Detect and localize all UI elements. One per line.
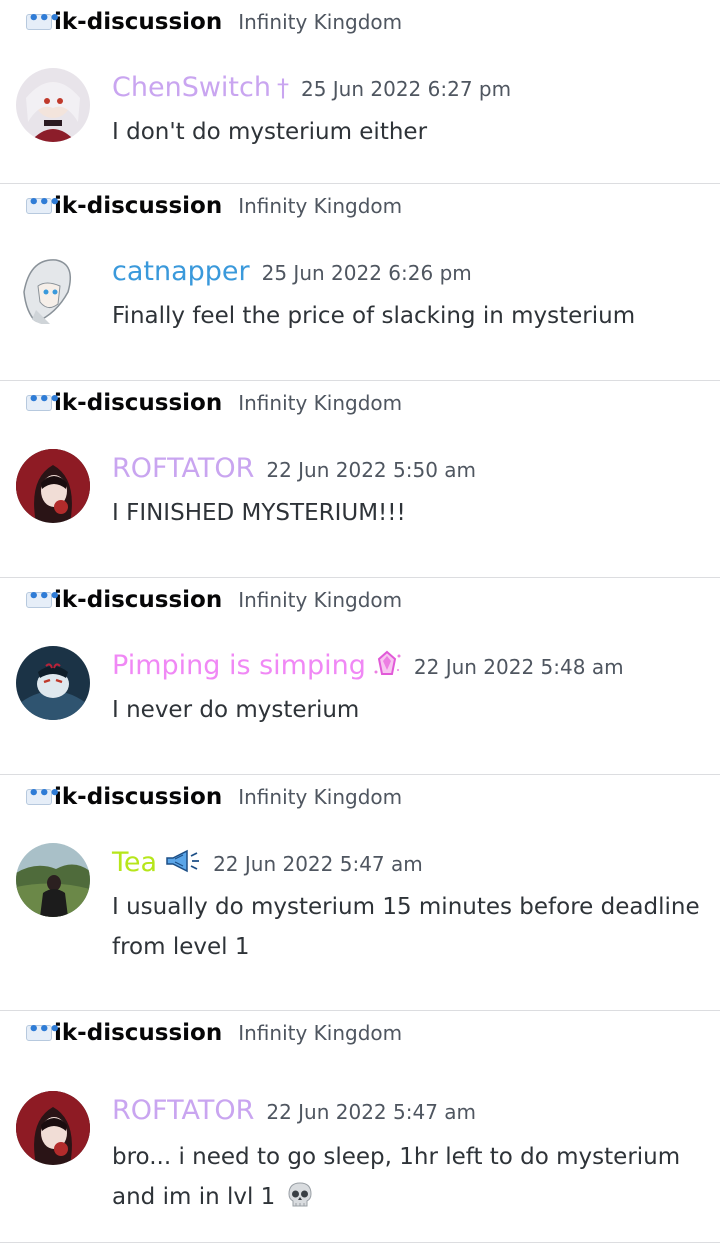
server-name: Infinity Kingdom — [238, 10, 403, 34]
speech-bubble-icon: ••• — [26, 8, 61, 30]
search-result[interactable]: ••• ik-discussion Infinity Kingdom Tea 2… — [0, 775, 720, 1011]
username[interactable]: Tea — [112, 847, 157, 878]
timestamp: 22 Jun 2022 5:47 am — [213, 852, 423, 876]
timestamp: 22 Jun 2022 5:50 am — [266, 458, 477, 482]
avatar[interactable] — [16, 646, 90, 720]
message-content: I don't do mysterium either — [112, 119, 428, 145]
message-meta: ROFTATOR 22 Jun 2022 5:47 am — [112, 1095, 476, 1126]
result-header: ••• ik-discussion Infinity Kingdom — [24, 389, 402, 417]
search-result[interactable]: ••• ik-discussion Infinity Kingdom ChenS… — [0, 0, 720, 184]
timestamp: 22 Jun 2022 5:48 am — [413, 655, 624, 679]
avatar[interactable] — [16, 843, 90, 917]
search-result[interactable]: ••• ik-discussion Infinity Kingdom Pimpi… — [0, 578, 720, 775]
server-name: Infinity Kingdom — [238, 194, 403, 218]
speech-bubble-icon: ••• — [26, 389, 61, 411]
message-meta: ROFTATOR 22 Jun 2022 5:50 am — [112, 453, 476, 484]
message-meta: catnapper 25 Jun 2022 6:26 pm — [112, 256, 472, 287]
avatar[interactable] — [16, 252, 90, 326]
speech-bubble-icon: ••• — [26, 586, 61, 608]
search-result[interactable]: ••• ik-discussion Infinity Kingdom catna… — [0, 184, 720, 381]
message-meta: Pimping is simping 22 Jun 2022 5:48 am — [112, 650, 624, 681]
skull-icon — [285, 1180, 315, 1223]
search-result[interactable]: ••• ik-discussion Infinity Kingdom ROFTA… — [0, 1011, 720, 1243]
result-header: ••• ik-discussion Infinity Kingdom — [24, 1019, 402, 1047]
message-text: bro... i need to go sleep, 1hr left to d… — [112, 1144, 681, 1210]
result-header: ••• ik-discussion Infinity Kingdom — [24, 586, 402, 614]
server-name: Infinity Kingdom — [238, 1021, 403, 1045]
avatar[interactable] — [16, 449, 90, 523]
avatar[interactable] — [16, 1091, 90, 1165]
message-content: Finally feel the price of slacking in my… — [112, 303, 636, 329]
timestamp: 25 Jun 2022 6:27 pm — [300, 77, 512, 101]
username[interactable]: ROFTATOR — [112, 1095, 254, 1126]
message-content: I never do mysterium — [112, 697, 360, 723]
speech-bubble-icon: ••• — [26, 192, 61, 214]
username[interactable]: ROFTATOR — [112, 453, 254, 484]
speech-bubble-icon: ••• — [26, 783, 61, 805]
message-content: bro... i need to go sleep, 1hr left to d… — [112, 1137, 704, 1223]
dagger-badge-icon: † — [276, 74, 289, 102]
gem-icon — [372, 650, 402, 678]
megaphone-icon — [163, 848, 201, 875]
message-content: I usually do mysterium 15 minutes before… — [112, 894, 700, 960]
message-meta: ChenSwitch † 25 Jun 2022 6:27 pm — [112, 72, 511, 103]
server-name: Infinity Kingdom — [238, 391, 403, 415]
result-header: ••• ik-discussion Infinity Kingdom — [24, 783, 402, 811]
username[interactable]: ChenSwitch — [112, 72, 271, 103]
username[interactable]: catnapper — [112, 256, 250, 287]
channel-name[interactable]: ik-discussion — [54, 1020, 222, 1046]
message-meta: Tea 22 Jun 2022 5:47 am — [112, 847, 423, 878]
timestamp: 22 Jun 2022 5:47 am — [266, 1100, 477, 1124]
channel-name[interactable]: ik-discussion — [54, 9, 222, 35]
timestamp: 25 Jun 2022 6:26 pm — [261, 261, 472, 285]
channel-name[interactable]: ik-discussion — [54, 390, 222, 416]
channel-name[interactable]: ik-discussion — [54, 587, 222, 613]
avatar[interactable] — [16, 68, 90, 142]
result-header: ••• ik-discussion Infinity Kingdom — [24, 192, 402, 220]
speech-bubble-icon: ••• — [26, 1019, 61, 1041]
server-name: Infinity Kingdom — [238, 588, 403, 612]
channel-name[interactable]: ik-discussion — [54, 193, 222, 219]
result-header: ••• ik-discussion Infinity Kingdom — [24, 8, 402, 36]
search-result[interactable]: ••• ik-discussion Infinity Kingdom ROFTA… — [0, 381, 720, 578]
channel-name[interactable]: ik-discussion — [54, 784, 222, 810]
server-name: Infinity Kingdom — [238, 785, 403, 809]
message-content: I FINISHED MYSTERIUM!!! — [112, 500, 406, 526]
username[interactable]: Pimping is simping — [112, 650, 366, 681]
